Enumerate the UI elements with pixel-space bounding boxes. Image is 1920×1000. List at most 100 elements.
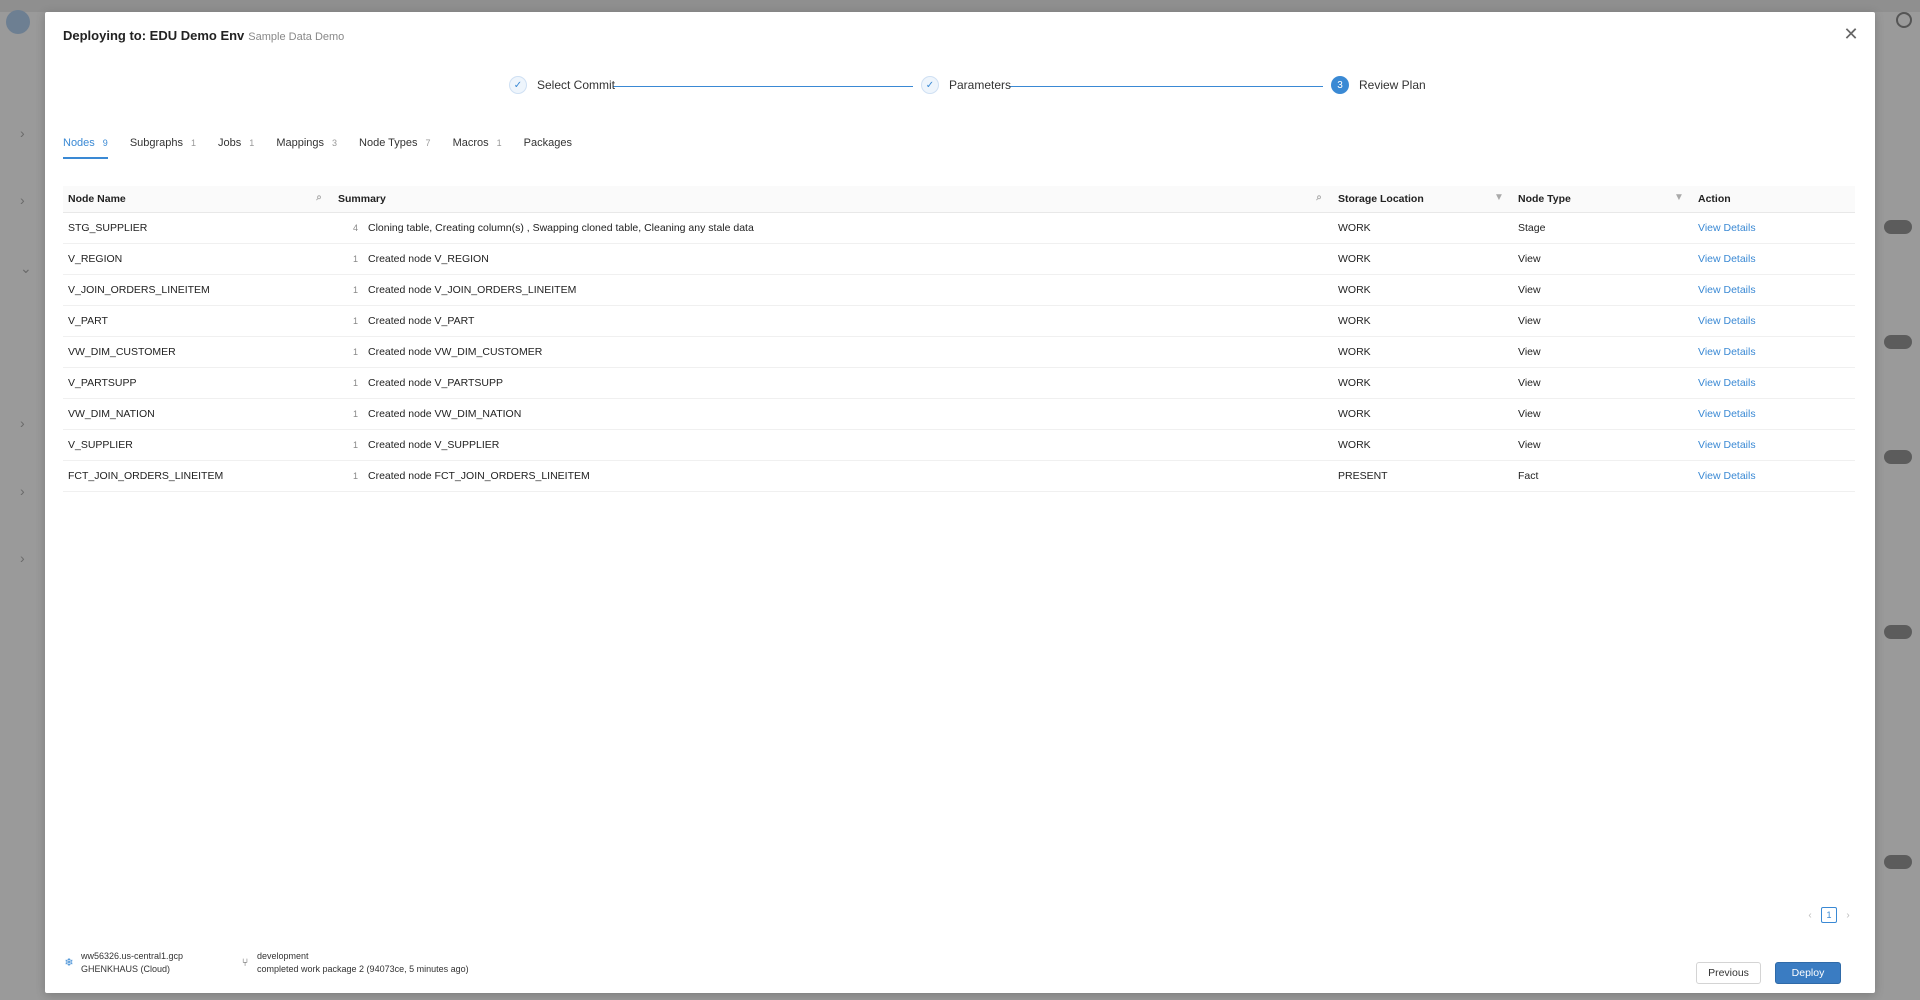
summary-text: Created node VW_DIM_NATION [368, 408, 522, 420]
summary-cell: 1 Created node V_SUPPLIER [333, 430, 1333, 460]
branch-name: development [257, 951, 309, 961]
plan-tabs: Nodes 9 Subgraphs 1 Jobs 1 Mappings 3 Node T… [63, 137, 602, 159]
tab-label: Macros [452, 137, 489, 149]
action-cell: View Details [1693, 306, 1855, 336]
step-connector [1009, 86, 1323, 87]
modal-footer: ❄ ww56326.us-central1.gcp GHENKHAUS (Clo… [63, 950, 1855, 984]
view-details-link[interactable]: View Details [1698, 222, 1756, 234]
background-badge [1884, 625, 1912, 639]
search-icon[interactable]: ⌕ [1313, 192, 1325, 204]
tab-node-types[interactable]: Node Types 7 [359, 137, 431, 159]
node-name: V_SUPPLIER [68, 439, 133, 451]
change-count: 1 [352, 316, 358, 326]
nodes-table: Node Name ⌕ Summary ⌕ Storage Location ▼… [63, 186, 1855, 492]
view-details-link[interactable]: View Details [1698, 346, 1756, 358]
storage-location: WORK [1338, 315, 1371, 327]
summary-cell: 4 Cloning table, Creating column(s) , Swa… [333, 213, 1333, 243]
background-chevron-icon: › [20, 415, 25, 431]
connection-host: ww56326.us-central1.gcp [81, 951, 184, 961]
summary-text: Cloning table, Creating column(s) , Swap… [368, 222, 754, 234]
change-count: 1 [352, 285, 358, 295]
view-details-link[interactable]: View Details [1698, 253, 1756, 265]
background-topbar [0, 0, 1920, 12]
node-name: FCT_JOIN_ORDERS_LINEITEM [68, 470, 224, 482]
tab-count: 9 [102, 138, 108, 148]
column-label: Storage Location [1338, 193, 1424, 205]
change-count: 1 [352, 347, 358, 357]
next-page-button[interactable]: › [1841, 910, 1855, 921]
filter-icon[interactable]: ▼ [1493, 192, 1505, 204]
commit-description: completed work package 2 (94073ce, 5 min… [257, 964, 469, 974]
commit-info: development completed work package 2 (94… [257, 950, 469, 976]
step-label: Review Plan [1359, 78, 1426, 92]
table-row: V_REGION 1 Created node V_REGION WORK Vie… [63, 244, 1855, 275]
app-logo-icon [6, 10, 30, 34]
action-cell: View Details [1693, 275, 1855, 305]
step-select-commit: ✓ Select Commit [509, 76, 615, 94]
connection-user: GHENKHAUS (Cloud) [81, 964, 171, 974]
node-name: VW_DIM_NATION [68, 408, 155, 420]
view-details-link[interactable]: View Details [1698, 470, 1756, 482]
deploy-button[interactable]: Deploy [1775, 962, 1841, 984]
tab-count: 7 [425, 138, 431, 148]
change-count: 1 [352, 471, 358, 481]
prev-page-button[interactable]: ‹ [1803, 910, 1817, 921]
summary-cell: 1 Created node VW_DIM_NATION [333, 399, 1333, 429]
node-type: View [1518, 439, 1541, 451]
storage-location: WORK [1338, 377, 1371, 389]
summary-cell: 1 Created node V_REGION [333, 244, 1333, 274]
change-count: 4 [352, 223, 358, 233]
node-name: V_PART [68, 315, 108, 327]
table-row: VW_DIM_CUSTOMER 1 Created node VW_DIM_CUS… [63, 337, 1855, 368]
background-chevron-icon: › [20, 550, 25, 566]
tab-jobs[interactable]: Jobs 1 [218, 137, 254, 159]
storage-location: PRESENT [1338, 470, 1388, 482]
column-header-node-type: Node Type ▼ [1513, 186, 1693, 212]
view-details-link[interactable]: View Details [1698, 439, 1756, 451]
tab-count: 1 [191, 138, 197, 148]
column-label: Node Name [68, 193, 126, 205]
tab-packages[interactable]: Packages [524, 137, 580, 159]
node-name: V_REGION [68, 253, 123, 265]
view-details-link[interactable]: View Details [1698, 377, 1756, 389]
tab-label: Packages [523, 137, 572, 149]
view-details-link[interactable]: View Details [1698, 408, 1756, 420]
pagination: ‹ 1 › [1803, 907, 1855, 923]
modal-subtitle: Sample Data Demo [248, 31, 345, 43]
node-name: V_PARTSUPP [68, 377, 137, 389]
summary-cell: 1 Created node FCT_JOIN_ORDERS_LINEITEM [333, 461, 1333, 491]
search-icon[interactable]: ⌕ [313, 192, 325, 204]
view-details-link[interactable]: View Details [1698, 315, 1756, 327]
tab-nodes[interactable]: Nodes 9 [63, 137, 108, 159]
close-icon[interactable]: ✕ [1841, 24, 1861, 44]
step-review-plan: 3 Review Plan [1331, 76, 1426, 94]
tab-macros[interactable]: Macros 1 [453, 137, 502, 159]
view-details-link[interactable]: View Details [1698, 284, 1756, 296]
background-chevron-icon: ⌄ [20, 260, 32, 276]
filter-icon[interactable]: ▼ [1673, 192, 1685, 204]
previous-button[interactable]: Previous [1696, 962, 1761, 984]
modal-title-text: Deploying to: EDU Demo Env [63, 28, 245, 43]
background-badge [1884, 450, 1912, 464]
node-type: View [1518, 315, 1541, 327]
node-type: View [1518, 253, 1541, 265]
table-row: V_PART 1 Created node V_PART WORK View Vi… [63, 306, 1855, 337]
node-name: VW_DIM_CUSTOMER [68, 346, 176, 358]
change-count: 1 [352, 254, 358, 264]
git-branch-icon: ⑂ [241, 957, 249, 969]
column-header-storage-location: Storage Location ▼ [1333, 186, 1513, 212]
action-cell: View Details [1693, 213, 1855, 243]
check-icon: ✓ [921, 76, 939, 94]
tab-label: Node Types [359, 137, 418, 149]
tab-subgraphs[interactable]: Subgraphs 1 [130, 137, 196, 159]
step-number: 3 [1331, 76, 1349, 94]
table-row: FCT_JOIN_ORDERS_LINEITEM 1 Created node F… [63, 461, 1855, 492]
current-page-button[interactable]: 1 [1821, 907, 1837, 923]
tab-mappings[interactable]: Mappings 3 [276, 137, 337, 159]
node-type: Stage [1518, 222, 1546, 234]
action-cell: View Details [1693, 337, 1855, 367]
column-label: Summary [338, 193, 386, 205]
table-row: V_SUPPLIER 1 Created node V_SUPPLIER WORK… [63, 430, 1855, 461]
node-type: View [1518, 408, 1541, 420]
node-name: V_JOIN_ORDERS_LINEITEM [68, 284, 210, 296]
